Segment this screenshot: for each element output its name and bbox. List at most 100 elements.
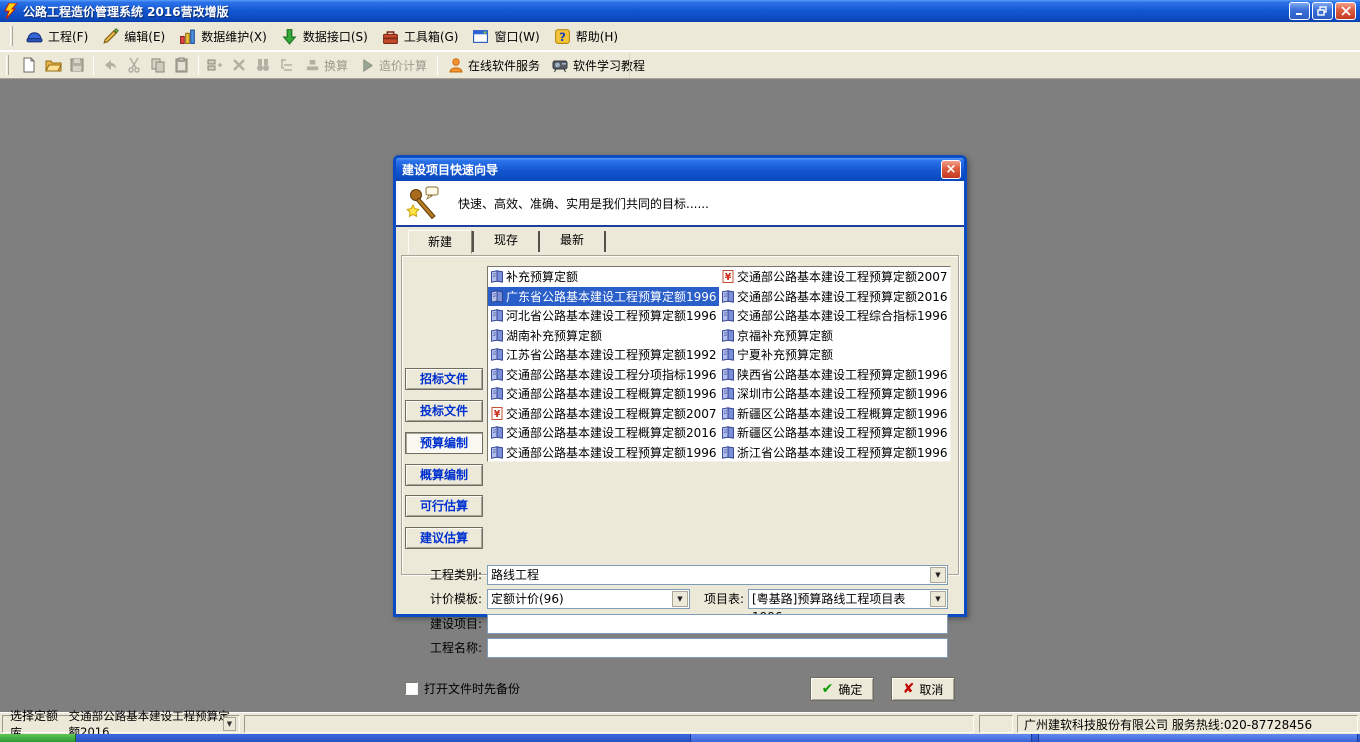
menu-grip <box>10 26 13 46</box>
template-listbox[interactable]: 补充预算定额广东省公路基本建设工程预算定额1996 河北省公路基本建设工程预算定额… <box>487 266 951 462</box>
tab-3[interactable]: 最新 <box>540 229 604 253</box>
dialog-titlebar: 建设项目快速向导 × <box>396 158 964 181</box>
close-button[interactable] <box>1335 2 1356 20</box>
category-button-3[interactable]: 预算编制 <box>405 432 483 454</box>
project-name-field-wrap <box>487 638 948 658</box>
construction-project-field[interactable] <box>491 615 947 633</box>
list-item[interactable]: 陕西省公路基本建设工程预算定额1996 <box>719 365 950 385</box>
list-item[interactable]: 江苏省公路基本建设工程预算定额1992 <box>488 345 719 365</box>
list-item[interactable]: 京福补充预算定额 <box>719 326 950 346</box>
list-item[interactable]: 广东省公路基本建设工程预算定额1996 <box>488 287 719 307</box>
convert-label: 换算 <box>324 57 348 74</box>
list-item[interactable]: 湖南补充预算定额 <box>488 326 719 346</box>
backup-checkbox[interactable] <box>405 682 418 695</box>
menu-item-4[interactable]: 数据接口(S) <box>276 25 377 48</box>
toolbar-separator <box>198 55 199 75</box>
list-item-label: 补充预算定额 <box>506 268 578 285</box>
menu-item-5[interactable]: 工具箱(G) <box>377 25 468 48</box>
project-table-combobox[interactable]: [粤基路]预算路线工程项目表1996 ▼ <box>748 589 948 609</box>
dialog-banner: 快速、高效、准确、实用是我们共同的目标...... <box>396 181 964 227</box>
cancel-button[interactable]: ✘ 取消 <box>891 677 955 701</box>
statusbar-small-panel <box>979 715 1013 733</box>
list-item[interactable]: 宁夏补充预算定额 <box>719 345 950 365</box>
category-button-5[interactable]: 可行估算 <box>405 495 483 517</box>
list-item-label: 交通部公路基本建设工程概算定额1996 <box>506 385 717 402</box>
paste-button-disabled <box>170 54 194 76</box>
convert-icon <box>305 58 320 73</box>
dialog-tabs: 新建现存最新 <box>396 227 964 253</box>
chevron-down-icon[interactable]: ▼ <box>223 717 236 731</box>
tutorial-button[interactable]: 软件学习教程 <box>546 54 651 76</box>
list-item-label: 浙江省公路基本建设工程预算定额1996 <box>737 444 948 461</box>
category-button-6[interactable]: 建议估算 <box>405 527 483 549</box>
online-service-button[interactable]: 在线软件服务 <box>442 54 546 76</box>
toolbar-grip <box>6 55 9 75</box>
menu-item-6[interactable]: 窗口(W) <box>467 25 548 48</box>
list-item-label: 广东省公路基本建设工程预算定额1996 <box>506 288 717 305</box>
new-file-button[interactable] <box>17 54 41 76</box>
list-item-label: 新疆区公路基本建设工程概算定额1996 <box>737 405 948 422</box>
list-item[interactable]: 交通部公路基本建设工程预算定额2016 <box>719 287 950 307</box>
list-item[interactable]: 交通部公路基本建设工程概算定额1996 <box>488 384 719 404</box>
chevron-down-icon[interactable]: ▼ <box>672 591 688 607</box>
list-item-label: 交通部公路基本建设工程综合指标1996 <box>737 307 948 324</box>
list-item[interactable]: 交通部公路基本建设工程概算定额2016 <box>488 423 719 443</box>
list-item-label: 河北省公路基本建设工程预算定额1996 <box>506 307 717 324</box>
list-item[interactable]: 交通部公路基本建设工程综合指标1996 <box>719 306 950 326</box>
window-titlebar: 公路工程造价管理系统 2016营改增版 <box>0 0 1360 22</box>
chevron-down-icon[interactable]: ▼ <box>930 567 946 583</box>
list-item[interactable]: 浙江省公路基本建设工程预算定额1996 <box>719 443 950 463</box>
category-button-1[interactable]: 招标文件 <box>405 368 483 390</box>
svg-text:¥: ¥ <box>494 409 501 420</box>
project-type-label: 工程类别: <box>414 565 482 585</box>
category-button-4[interactable]: 概算编制 <box>405 464 483 486</box>
list-item[interactable]: ¥交通部公路基本建设工程概算定额2007 <box>488 404 719 424</box>
list-item[interactable]: 河北省公路基本建设工程预算定额1996 <box>488 306 719 326</box>
app-window: 公路工程造价管理系统 2016营改增版 工程(F) 编辑(E) 数据维护(X)数据接… <box>0 0 1360 742</box>
play-icon <box>360 58 375 73</box>
statusbar-message-panel <box>244 715 974 733</box>
tab-1[interactable]: 新建 <box>408 230 472 254</box>
ok-button[interactable]: ✔ 确定 <box>810 677 874 701</box>
data-interface-icon <box>281 28 298 45</box>
x-icon: ✘ <box>903 681 915 697</box>
pricing-template-combobox[interactable]: 定额计价(96) ▼ <box>487 589 690 609</box>
taskbar-task-edge[interactable] <box>690 734 1032 742</box>
list-item[interactable]: 交通部公路基本建设工程分项指标1996 <box>488 365 719 385</box>
open-file-button[interactable] <box>41 54 65 76</box>
start-button-edge[interactable] <box>0 734 76 742</box>
project-name-field[interactable] <box>491 639 947 657</box>
book-icon <box>721 407 735 420</box>
list-item[interactable]: 补充预算定额 <box>488 267 719 287</box>
statusbar-company-panel: 广州建软科技股份有限公司 服务热线:020-87728456 <box>1017 715 1358 733</box>
construction-project-field-wrap <box>487 614 948 634</box>
chevron-down-icon[interactable]: ▼ <box>930 591 946 607</box>
convert-button-disabled: 换算 <box>299 54 354 76</box>
list-item[interactable]: 交通部公路基本建设工程预算定额1996 <box>488 443 719 463</box>
taskbar-task-edge[interactable] <box>1038 734 1358 742</box>
tab-2[interactable]: 现存 <box>474 229 538 253</box>
minimize-button[interactable] <box>1289 2 1310 20</box>
menu-item-2[interactable]: 编辑(E) <box>97 25 174 48</box>
menu-item-1[interactable]: 工程(F) <box>21 25 97 48</box>
template-list-left: 补充预算定额广东省公路基本建设工程预算定额1996 河北省公路基本建设工程预算定额… <box>488 267 719 461</box>
template-list-right: ¥交通部公路基本建设工程预算定额2007交通部公路基本建设工程预算定额2016交… <box>719 267 950 461</box>
dialog-close-icon[interactable]: × <box>941 160 961 179</box>
status-bar: 选择定额库 交通部公路基本建设工程预算定额2016 ▼ 广州建软科技股份有限公司… <box>0 712 1360 734</box>
list-item[interactable]: 深圳市公路基本建设工程预算定额1996 <box>719 384 950 404</box>
undo-button-disabled <box>98 54 122 76</box>
category-button-2[interactable]: 投标文件 <box>405 400 483 422</box>
restore-button[interactable] <box>1312 2 1333 20</box>
list-item[interactable]: 新疆区公路基本建设工程概算定额1996 <box>719 404 950 424</box>
project-type-combobox[interactable]: 路线工程 ▼ <box>487 565 948 585</box>
menu-item-7[interactable]: ?帮助(H) <box>549 25 627 48</box>
list-item[interactable]: 新疆区公路基本建设工程预算定额1996 <box>719 423 950 443</box>
list-item-label: 京福补充预算定额 <box>737 327 833 344</box>
data-maintenance-icon <box>179 28 196 45</box>
list-item[interactable]: ¥交通部公路基本建设工程预算定额2007 <box>719 267 950 287</box>
menu-item-3[interactable]: 数据维护(X) <box>174 25 276 48</box>
book-icon <box>490 426 504 439</box>
list-item-label: 湖南补充预算定额 <box>506 327 602 344</box>
svg-text:¥: ¥ <box>725 272 732 283</box>
menu-item-label: 编辑(E) <box>124 28 165 45</box>
